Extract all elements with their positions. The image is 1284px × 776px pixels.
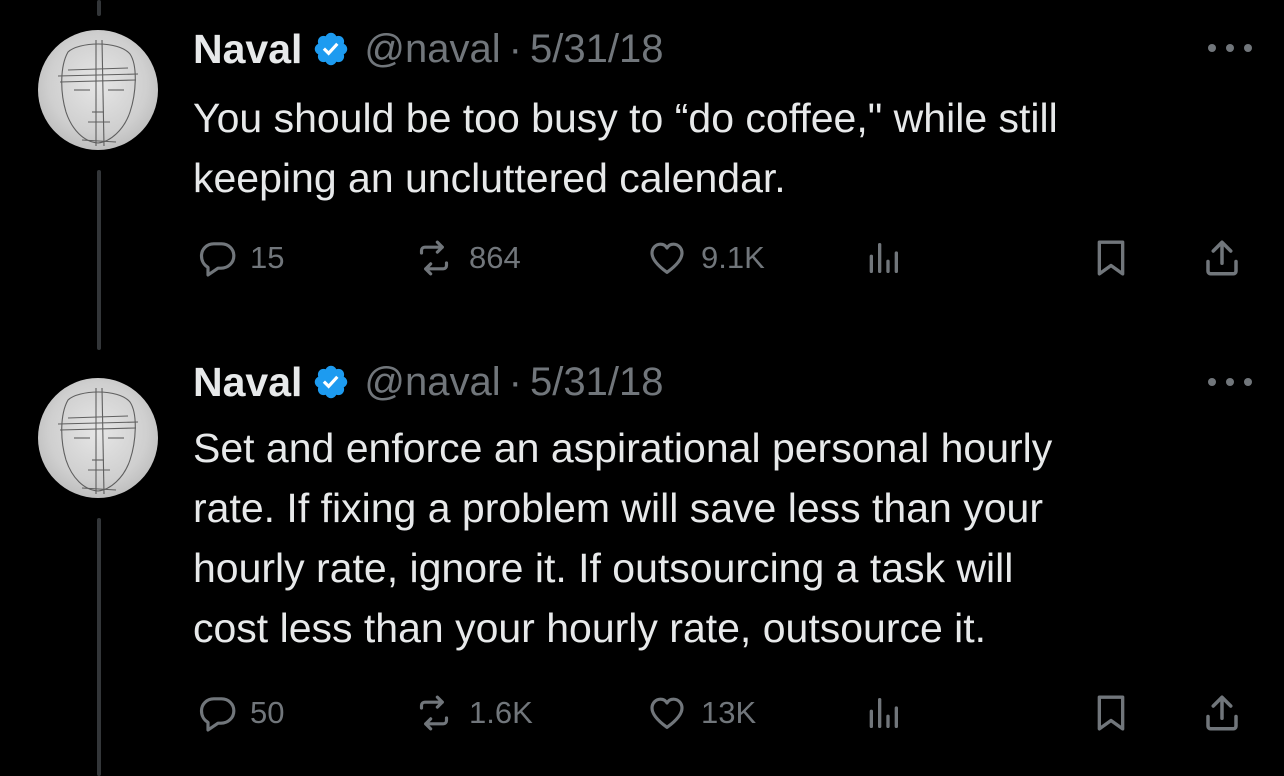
like-count: 13K (701, 695, 757, 730)
share-button[interactable] (1201, 688, 1243, 738)
more-dot (1244, 378, 1252, 386)
author-handle[interactable]: @naval (364, 360, 500, 405)
avatar[interactable] (38, 378, 158, 498)
author-name[interactable]: Naval (193, 359, 302, 406)
reply-button[interactable]: 50 (198, 688, 284, 738)
reply-count: 50 (250, 695, 285, 730)
views-icon (863, 693, 903, 733)
share-icon (1201, 692, 1243, 734)
more-dot (1208, 378, 1216, 386)
bookmark-button[interactable] (1091, 688, 1131, 738)
repost-icon (411, 693, 457, 733)
tweet-date[interactable]: 5/31/18 (530, 360, 663, 405)
tweet-actions: 50 1.6K 13K (193, 688, 1253, 738)
verified-badge-icon[interactable] (312, 363, 350, 401)
tweet-2[interactable]: Naval @naval · 5/31/18 Set and enforce a… (0, 0, 1284, 776)
more-dot (1226, 378, 1234, 386)
separator-dot: · (508, 359, 522, 404)
more-options-icon[interactable] (1208, 372, 1252, 392)
tweet-header: Naval @naval · 5/31/18 (193, 356, 663, 408)
views-button[interactable] (863, 688, 903, 738)
bookmark-icon (1091, 692, 1131, 734)
avatar-sketch-image (38, 378, 158, 498)
repost-button[interactable]: 1.6K (411, 688, 533, 738)
tweet-text: Set and enforce an aspirational personal… (193, 425, 1053, 651)
like-button[interactable]: 13K (645, 688, 756, 738)
repost-count: 1.6K (469, 695, 533, 730)
like-icon (645, 693, 689, 733)
reply-icon (198, 693, 238, 733)
